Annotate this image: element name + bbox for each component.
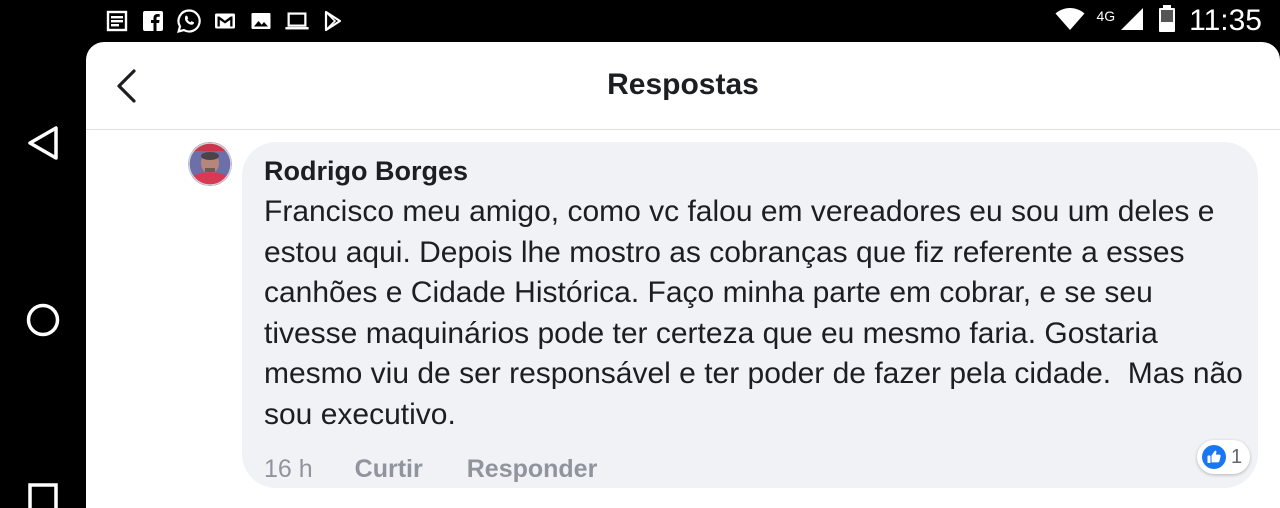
- nav-back-button[interactable]: [0, 124, 86, 162]
- like-reaction-icon: [1202, 445, 1226, 469]
- network-type-label: 4G: [1096, 8, 1116, 24]
- square-recents-icon: [28, 483, 58, 508]
- battery-icon: [1155, 4, 1179, 39]
- facebook-icon: [140, 8, 166, 34]
- comment-timestamp[interactable]: 16 h: [264, 455, 313, 484]
- replies-sheet: Respostas Rodrigo Borges Francisco meu a…: [86, 42, 1280, 508]
- gmail-icon: [212, 8, 238, 34]
- news-icon: [104, 8, 130, 34]
- comment-actions: 16 h Curtir Responder: [264, 452, 597, 486]
- clock: 11:35: [1189, 4, 1262, 37]
- laptop-icon: [284, 8, 310, 34]
- nav-recents-button[interactable]: [0, 482, 86, 508]
- circle-home-icon: [26, 303, 60, 337]
- page-title: Respostas: [607, 68, 759, 101]
- reply-button[interactable]: Responder: [467, 455, 598, 484]
- triangle-back-icon: [28, 126, 58, 160]
- cell-signal-icon: [1119, 6, 1145, 37]
- whatsapp-icon: [176, 8, 202, 34]
- notification-icons: [104, 6, 346, 36]
- status-bar: 4G 11:35: [86, 0, 1280, 42]
- play-store-icon: [320, 8, 346, 34]
- sheet-header: Respostas: [86, 42, 1280, 130]
- like-count: 1: [1231, 445, 1243, 468]
- android-nav-bar: [0, 0, 86, 508]
- comment-bubble: Rodrigo Borges Francisco meu amigo, como…: [242, 142, 1258, 488]
- gallery-icon: [248, 8, 274, 34]
- nav-home-button[interactable]: [0, 302, 86, 338]
- system-icons: 4G 11:35: [1054, 4, 1262, 38]
- reaction-count-chip[interactable]: 1: [1197, 440, 1251, 474]
- wifi-icon: [1054, 6, 1086, 37]
- author-name[interactable]: Rodrigo Borges: [264, 156, 468, 187]
- comment-text: Francisco meu amigo, como vc falou em ve…: [264, 195, 1252, 431]
- like-button[interactable]: Curtir: [355, 455, 423, 484]
- avatar[interactable]: [188, 142, 232, 186]
